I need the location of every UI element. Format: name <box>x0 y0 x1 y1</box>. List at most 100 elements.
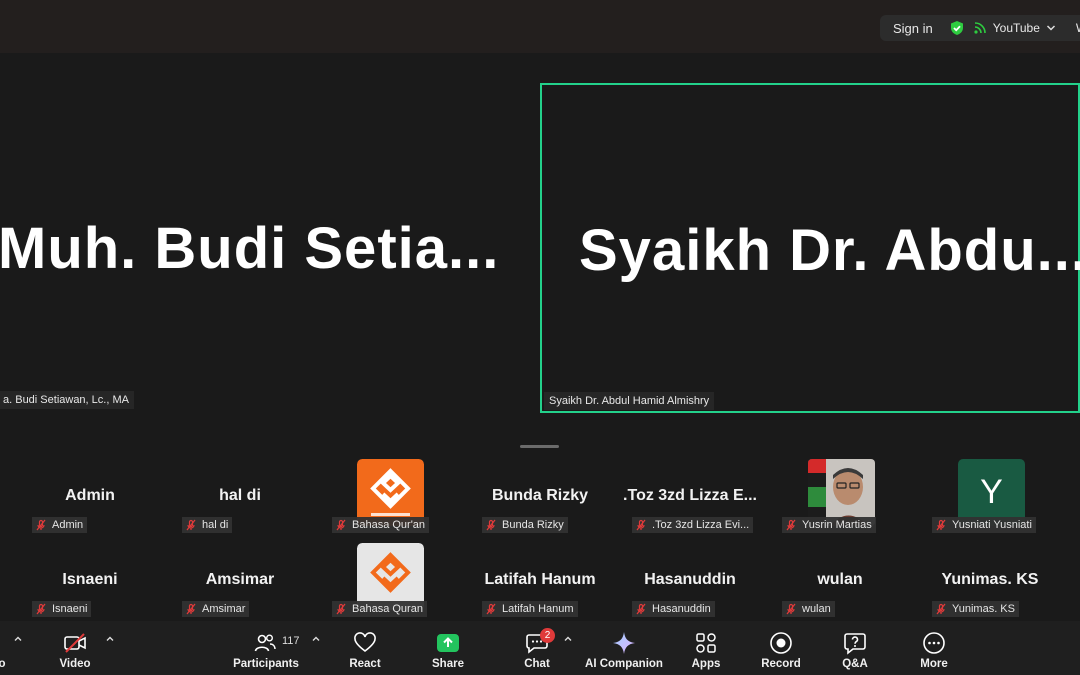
record-button[interactable]: Record <box>756 621 806 675</box>
shield-check-icon[interactable] <box>949 20 965 36</box>
top-right-controls: Sign in YouTube W <box>880 15 1080 41</box>
participant-tag-label: Bunda Rizky <box>502 519 564 531</box>
participant-name: Latifah Hanum <box>484 571 596 588</box>
participant-tag: Bunda Rizky <box>482 517 568 533</box>
mic-muted-icon <box>936 603 946 615</box>
apps-icon <box>696 633 716 653</box>
chevron-up-icon[interactable] <box>105 634 115 644</box>
chevron-down-icon[interactable] <box>1046 23 1056 33</box>
participants-button[interactable]: Participants <box>233 621 299 675</box>
participant-cell[interactable]: wulan wulan <box>765 543 915 625</box>
qa-button[interactable]: Q&A <box>830 621 880 675</box>
mic-muted-icon <box>186 603 196 615</box>
participant-name: hal di <box>219 487 261 504</box>
more-button[interactable]: More <box>909 621 959 675</box>
video-tile-left[interactable]: Muh. Budi Setia... a. Budi Setiawan, Lc.… <box>0 83 530 411</box>
participant-tag-label: Bahasa Quran <box>352 603 423 615</box>
mic-muted-icon <box>486 603 496 615</box>
mic-muted-icon <box>36 603 46 615</box>
ai-companion-label: AI Companion <box>585 658 663 670</box>
chat-label: Chat <box>524 658 550 670</box>
participant-cell[interactable]: Hasanuddin Hasanuddin <box>615 543 765 625</box>
bahasa-quran-logo <box>357 459 424 526</box>
truncated-label: W <box>1076 21 1080 35</box>
participant-tag-label: Latifah Hanum <box>502 603 574 615</box>
video-button[interactable]: Video <box>50 621 100 675</box>
video-off-icon <box>64 633 86 653</box>
sparkle-icon <box>613 632 635 654</box>
participant-tag-label: Yunimas. KS <box>952 603 1015 615</box>
participant-tag: Admin <box>32 517 88 533</box>
mic-muted-icon <box>36 519 46 531</box>
mic-muted-icon <box>636 603 646 615</box>
speaker-stage: Muh. Budi Setia... a. Budi Setiawan, Lc.… <box>0 53 1080 433</box>
participant-cell[interactable]: Latifah Hanum Latifah Hanum <box>465 543 615 625</box>
participant-cell[interactable]: hal di hal di <box>165 459 315 541</box>
mic-muted-icon <box>636 519 646 531</box>
chevron-up-icon[interactable] <box>563 634 573 644</box>
participant-name: .Toz 3zd Lizza E... <box>623 487 757 504</box>
participant-name: wulan <box>817 571 863 588</box>
mic-muted-icon <box>336 519 346 531</box>
participant-cell[interactable]: Bunda Rizky Bunda Rizky <box>465 459 615 541</box>
participant-tag-label: Yusniati Yusniati <box>952 519 1032 531</box>
sign-in-button[interactable]: Sign in <box>893 21 933 36</box>
share-screen-icon <box>437 634 459 652</box>
participant-tag: Hasanuddin <box>632 601 715 617</box>
meeting-toolbar: o Video Participants 117 React Share Cha… <box>0 621 1080 675</box>
mic-muted-icon <box>936 519 946 531</box>
apps-label: Apps <box>691 658 721 670</box>
mic-muted-icon <box>786 519 796 531</box>
chat-button[interactable]: Chat <box>512 621 562 675</box>
more-label: More <box>920 658 948 670</box>
participant-cell[interactable]: Yusrin Martias <box>765 459 915 541</box>
react-button[interactable]: React <box>340 621 390 675</box>
mic-muted-icon <box>186 519 196 531</box>
audio-button[interactable]: o <box>0 621 14 675</box>
participant-big-name: Syaikh Dr. Abdu... <box>579 218 1080 283</box>
participant-cell[interactable]: Admin Admin <box>15 459 165 541</box>
participant-cell[interactable]: Amsimar Amsimar <box>165 543 315 625</box>
bahasa-quran-logo <box>357 543 424 610</box>
share-label: Share <box>432 658 464 670</box>
participant-tag-label: .Toz 3zd Lizza Evi... <box>652 519 750 531</box>
mic-muted-icon <box>336 603 346 615</box>
participant-tag: Yunimas. KS <box>932 601 1019 617</box>
chevron-up-icon[interactable] <box>311 634 321 644</box>
participants-icon <box>254 634 276 652</box>
mic-muted-icon <box>786 603 796 615</box>
participant-tag: Bahasa Qur'an <box>332 517 430 533</box>
participant-name: Yunimas. KS <box>941 571 1039 588</box>
audio-label: o <box>0 658 6 670</box>
participant-name: Amsimar <box>205 571 275 588</box>
participant-big-name: Muh. Budi Setia... <box>0 216 500 281</box>
apps-button[interactable]: Apps <box>681 621 731 675</box>
participant-cell[interactable]: Bahasa Qur'an <box>315 459 465 541</box>
participant-cell[interactable]: Isnaeni Isnaeni <box>15 543 165 625</box>
record-icon <box>770 632 792 654</box>
share-button[interactable]: Share <box>423 621 473 675</box>
youtube-label[interactable]: YouTube <box>993 21 1040 35</box>
participant-name: Bunda Rizky <box>491 487 588 504</box>
participant-tag: hal di <box>182 517 233 533</box>
video-tile-active-speaker[interactable]: Syaikh Dr. Abdu... Syaikh Dr. Abdul Hami… <box>540 83 1080 413</box>
participant-cell[interactable]: Y Yusniati Yusniati <box>915 456 1065 538</box>
chevron-up-icon[interactable] <box>13 634 23 644</box>
question-icon <box>844 633 866 655</box>
ai-companion-button[interactable]: AI Companion <box>585 621 663 675</box>
participant-cell[interactable]: Yunimas. KS Yunimas. KS <box>915 543 1065 625</box>
participant-tag: Isnaeni <box>32 601 92 617</box>
participant-cell[interactable]: Bahasa Quran <box>315 543 465 625</box>
chat-unread-badge: 2 <box>540 628 555 643</box>
mic-muted-icon <box>486 519 496 531</box>
react-label: React <box>349 658 381 670</box>
participant-tag: Amsimar <box>182 601 250 617</box>
participant-tag: Yusrin Martias <box>782 517 876 533</box>
participant-tag-label: Amsimar <box>202 603 246 615</box>
gallery-resize-handle[interactable] <box>520 445 559 448</box>
participant-tag-label: Isnaeni <box>52 603 88 615</box>
participant-tag-label: Hasanuddin <box>652 603 711 615</box>
participant-tag-label: Yusrin Martias <box>802 519 872 531</box>
participant-cell[interactable]: .Toz 3zd Lizza E... .Toz 3zd Lizza Evi..… <box>615 459 765 541</box>
avatar: Y <box>958 459 1025 526</box>
